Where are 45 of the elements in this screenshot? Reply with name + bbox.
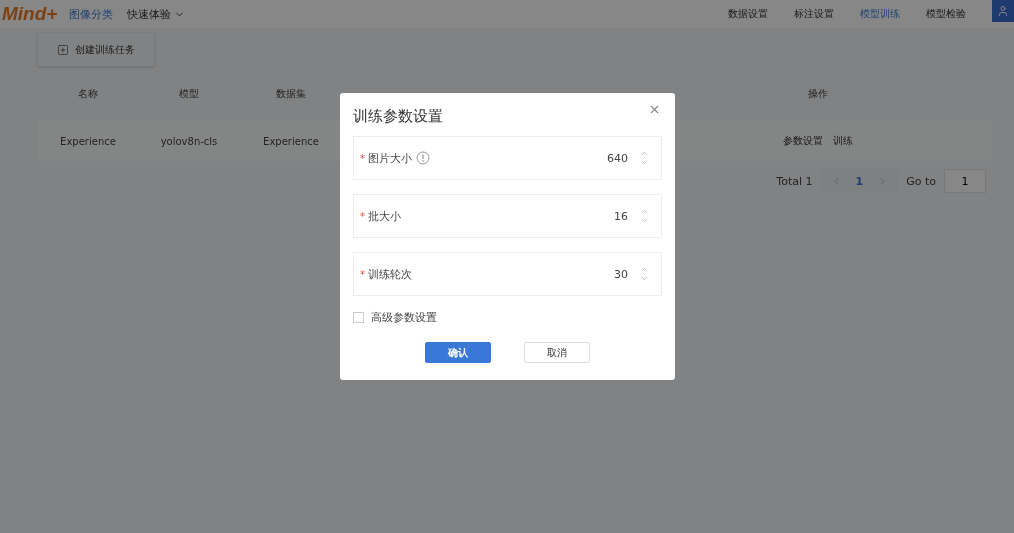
- confirm-button[interactable]: 确认: [425, 342, 491, 363]
- field-value: 30: [614, 267, 628, 281]
- goto-field[interactable]: 1: [944, 169, 986, 193]
- goto-label: Go to: [906, 174, 936, 188]
- user-button[interactable]: [992, 0, 1014, 22]
- nav-item[interactable]: 图像分类: [69, 6, 114, 22]
- column-header: 数据集: [275, 86, 307, 101]
- required-mark: *: [360, 210, 365, 222]
- checkbox-label: 高级参数设置: [371, 310, 437, 325]
- create-task-button[interactable]: 创建训练任务: [38, 33, 154, 66]
- table-cell-text: Experience: [59, 135, 117, 147]
- close-icon[interactable]: [648, 103, 661, 116]
- column-header: 模型: [178, 86, 200, 101]
- dialog-title: 训练参数设置: [353, 107, 443, 126]
- required-mark: *: [360, 268, 365, 280]
- field-value: 640: [607, 151, 628, 165]
- nav-tab[interactable]: 模型训练: [860, 7, 900, 21]
- nav-tab[interactable]: 标注设置: [794, 7, 834, 21]
- page-number[interactable]: 1: [855, 174, 864, 188]
- stepper-icon[interactable]: [640, 207, 649, 225]
- nav-tab[interactable]: 模型检验: [926, 7, 966, 21]
- field-label: 训练轮次: [368, 266, 412, 282]
- total-count: Total 1: [776, 174, 813, 188]
- number-field[interactable]: * 训练轮次 30: [353, 252, 662, 296]
- nav-tab[interactable]: 数据设置: [728, 7, 768, 21]
- column-header: 操作: [807, 86, 829, 101]
- field-label: 批大小: [368, 208, 401, 224]
- stepper-icon[interactable]: [640, 265, 649, 283]
- user-icon: [997, 5, 1009, 17]
- nav-item[interactable]: 快速体验: [127, 6, 186, 22]
- field-label: 图片大小: [368, 150, 412, 166]
- number-field[interactable]: * 批大小 16: [353, 194, 662, 238]
- action-link[interactable]: 训练: [833, 134, 853, 148]
- action-link[interactable]: 参数设置: [783, 134, 823, 148]
- stepper-icon[interactable]: [640, 149, 649, 167]
- table-cell-text: yolov8n-cls: [159, 135, 219, 147]
- field-value: 16: [614, 209, 628, 223]
- add-icon: [57, 43, 69, 56]
- number-field[interactable]: * 图片大小 640: [353, 136, 662, 180]
- table-cell-text: Experience: [262, 135, 320, 147]
- logo: Mind+: [2, 3, 58, 25]
- required-mark: *: [360, 152, 365, 164]
- column-header: 名称: [77, 86, 99, 101]
- cancel-button[interactable]: 取消: [524, 342, 590, 363]
- checkbox[interactable]: [353, 312, 364, 323]
